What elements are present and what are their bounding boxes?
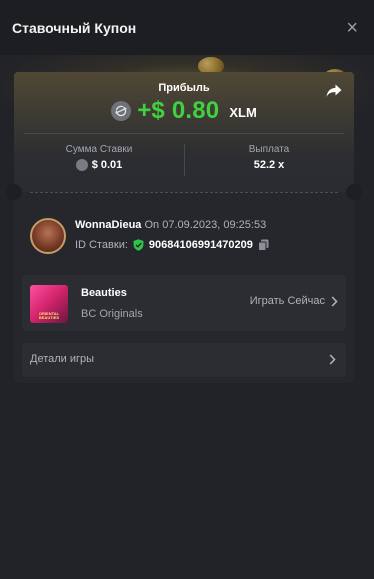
game-details-button[interactable]: Детали игры	[22, 343, 346, 377]
game-thumbnail-text: ORIENTAL BEAUTIES	[38, 310, 60, 320]
bet-amount-stat: Сумма Ставки $ 0.01	[14, 144, 184, 171]
bet-id: 90684106991470209	[148, 239, 253, 251]
chevron-right-icon	[329, 354, 336, 365]
payout-value-row: 52.2 x	[184, 159, 354, 171]
ticket-notch-right	[346, 184, 362, 200]
bet-amount-value-row: $ 0.01	[14, 159, 184, 171]
profit-currency: XLM	[229, 104, 257, 120]
game-provider: BC Originals	[81, 308, 143, 320]
bet-amount-value: $ 0.01	[91, 159, 123, 171]
username[interactable]: WonnaDieua	[75, 219, 141, 231]
game-row[interactable]: ORIENTAL BEAUTIES Beauties BC Originals …	[22, 275, 346, 331]
bet-coupon-card: Прибыль +$ 0.80 XLM Сумма Ставки $ 0.01 …	[6, 72, 362, 383]
payout-stat: Выплата 52.2 x	[184, 144, 354, 171]
profit-row: +$ 0.80 XLM	[14, 97, 354, 125]
coupon-header: Ставочный Купон ×	[0, 0, 374, 55]
bet-id-label: ID Ставки:	[75, 239, 128, 251]
bet-amount-label: Сумма Ставки	[65, 144, 133, 155]
game-thumbnail[interactable]: ORIENTAL BEAUTIES	[30, 285, 68, 323]
verified-shield-icon	[133, 239, 144, 251]
dashed-separator	[30, 192, 338, 193]
share-icon[interactable]	[326, 84, 342, 103]
bet-time: On 07.09.2023, 09:25:53	[144, 219, 267, 231]
bettor-info: WonnaDieua On 07.09.2023, 09:25:53 ID Ст…	[30, 218, 350, 258]
play-now-label: Играть Сейчас	[249, 295, 325, 307]
divider	[24, 133, 344, 134]
bet-id-line: ID Ставки: 90684106991470209	[75, 239, 269, 251]
profit-amount: +$ 0.80	[137, 97, 220, 124]
stellar-coin-icon	[111, 101, 132, 121]
payout-label: Выплата	[248, 144, 290, 155]
profit-label: Прибыль	[158, 82, 210, 94]
user-line: WonnaDieua On 07.09.2023, 09:25:53	[75, 219, 266, 231]
play-now-button[interactable]: Играть Сейчас	[250, 295, 338, 307]
game-name[interactable]: Beauties	[81, 287, 127, 299]
avatar[interactable]	[30, 218, 66, 254]
ticket-notch-left	[6, 184, 22, 200]
coupon-title: Ставочный Купон	[12, 19, 137, 36]
stellar-coin-icon	[75, 159, 88, 171]
close-icon[interactable]: ×	[346, 18, 358, 38]
payout-value: 52.2 x	[253, 159, 285, 171]
chevron-right-icon	[331, 295, 338, 307]
copy-icon[interactable]	[257, 239, 269, 251]
game-details-label: Детали игры	[30, 353, 95, 365]
